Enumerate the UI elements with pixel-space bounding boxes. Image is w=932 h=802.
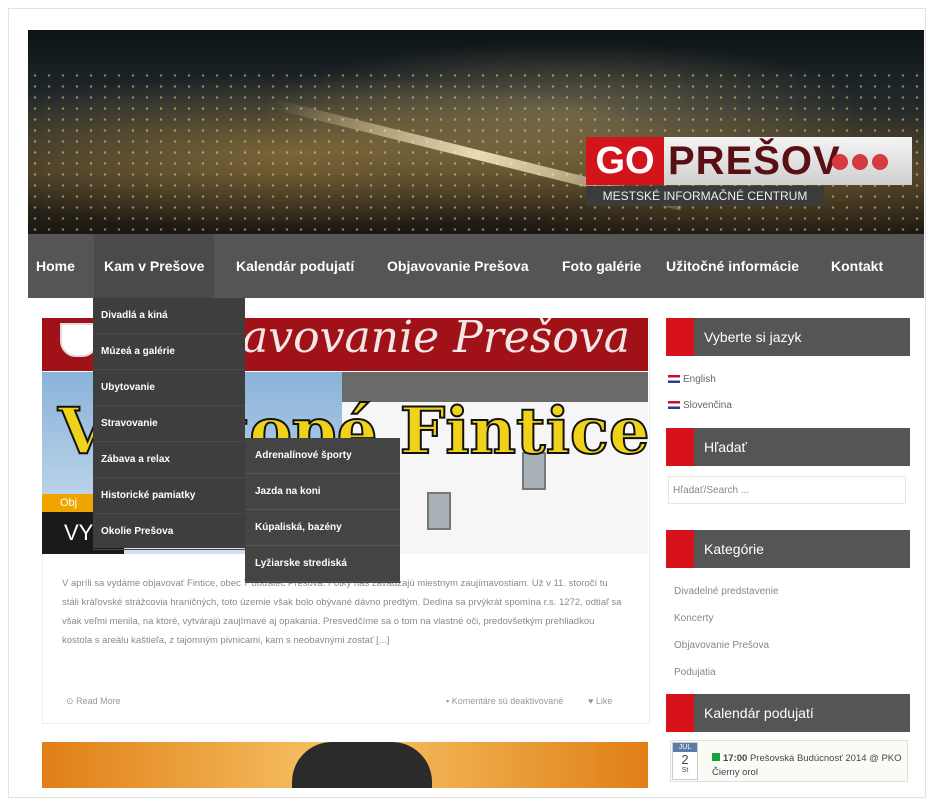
read-more-label: Read More <box>76 696 121 706</box>
category-link[interactable]: Objavovanie Prešova <box>674 640 769 651</box>
nav-item-kam-v-presove[interactable]: Kam v Prešove <box>94 234 215 298</box>
read-more-link[interactable]: ⊙ Read More <box>66 696 121 707</box>
like-label: Like <box>595 696 613 706</box>
banner-script-text: avovanie Prešova <box>242 318 630 363</box>
calendar-date-icon: JÚL 2 St <box>672 742 698 780</box>
dropdown-item[interactable]: Divadlá a kiná <box>93 298 245 334</box>
comments-label: Komentáre sú deaktivované <box>451 696 564 706</box>
categories-widget-title: Kategórie <box>666 530 910 568</box>
nav-subdropdown: Adrenalínové športy Jazda na koni Kúpali… <box>245 438 400 583</box>
nav-dropdown: Divadlá a kiná Múzeá a galérie Ubytovani… <box>93 298 245 550</box>
nav-item-kontakt[interactable]: Kontakt <box>831 234 883 298</box>
logo-go[interactable]: GO <box>586 137 664 185</box>
event-color-icon <box>712 753 720 761</box>
category-link[interactable]: Koncerty <box>674 613 713 624</box>
nav-item-home[interactable]: Home <box>36 234 75 298</box>
category-link[interactable]: Podujatia <box>674 667 716 678</box>
search-widget-title: Hľadať <box>666 428 910 466</box>
dropdown-item[interactable]: Múzeá a galérie <box>93 334 245 370</box>
subdropdown-item[interactable]: Lyžiarske strediská <box>245 546 400 582</box>
category-link[interactable]: Divadelné predstavenie <box>674 586 779 597</box>
language-english[interactable]: English <box>668 374 716 385</box>
comment-icon: ▪ <box>446 696 450 706</box>
clock-icon: ⊙ <box>66 696 74 706</box>
subdropdown-item[interactable]: Jazda na koni <box>245 474 400 510</box>
dropdown-item[interactable]: Stravovanie <box>93 406 245 442</box>
comments-link[interactable]: ▪ Komentáre sú deaktivované <box>446 696 563 706</box>
dropdown-item[interactable]: Okolie Prešova <box>93 514 245 550</box>
heart-icon: ♥ <box>588 696 594 706</box>
search-input[interactable]: Hľadať/Search ... <box>668 476 906 504</box>
nav-item-uzitocne[interactable]: Užitočné informácie <box>666 234 799 298</box>
radio-image <box>292 742 432 788</box>
like-link[interactable]: ♥ Like <box>588 696 612 706</box>
dropdown-item[interactable]: Ubytovanie <box>93 370 245 406</box>
dropdown-item[interactable]: Zábava a relax <box>93 442 245 478</box>
dropdown-item[interactable]: Historické pamiatky <box>93 478 245 514</box>
logo-city[interactable]: PREŠOV <box>668 137 841 185</box>
logo-dots-icon <box>832 154 888 170</box>
flag-icon <box>668 375 680 384</box>
calendar-event-text[interactable]: 17:00 Prešovská Budúcnosť 2014 @ PKO Čie… <box>712 752 902 780</box>
language-widget-title: Vyberte si jazyk <box>666 318 910 356</box>
calendar-widget-title: Kalendár podujatí <box>666 694 910 732</box>
nav-item-foto-galerie[interactable]: Foto galérie <box>562 234 641 298</box>
post-excerpt: V apríli sa vydáme objavovať Fintice, ob… <box>62 578 622 646</box>
flag-icon <box>668 401 680 410</box>
main-nav: Home Kam v Prešove Kalendár podujatí Obj… <box>28 234 924 298</box>
nav-item-kalendar[interactable]: Kalendár podujatí <box>236 234 354 298</box>
second-post-image[interactable] <box>42 742 648 788</box>
nav-item-objavovanie[interactable]: Objavovanie Prešova <box>387 234 529 298</box>
subdropdown-item[interactable]: Adrenalínové športy <box>245 438 400 474</box>
window-icon <box>427 492 451 530</box>
logo-subtitle: MESTSKÉ INFORMAČNÉ CENTRUM <box>586 186 824 206</box>
subdropdown-item[interactable]: Kúpaliská, bazény <box>245 510 400 546</box>
language-slovak[interactable]: Slovenčina <box>668 400 732 411</box>
